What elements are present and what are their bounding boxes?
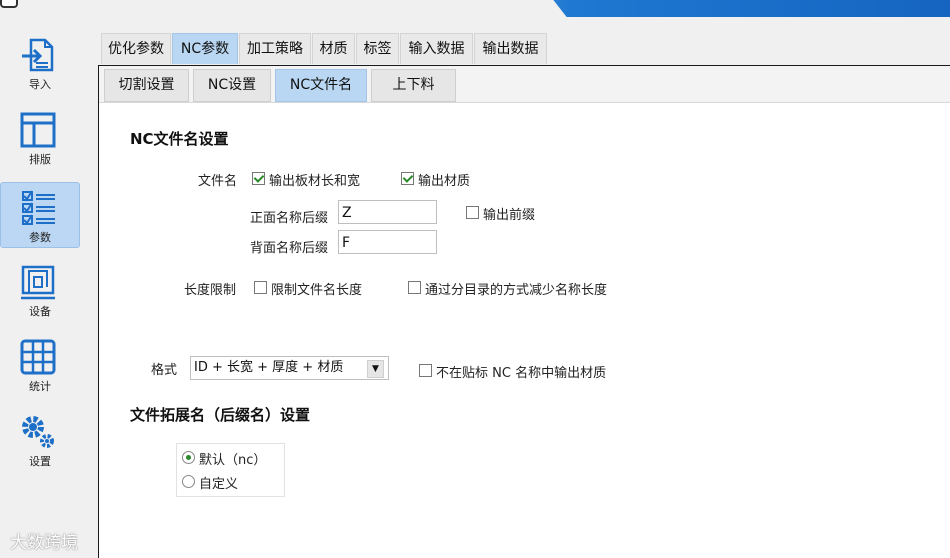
subtab-loading-unloading[interactable]: 上下料 [371,69,456,102]
length-limit-label: 长度限制 [184,283,237,298]
sub-tab-bar: 切割设置 NC设置 NC文件名 上下料 [99,66,950,103]
output-board-size-label: 输出板材长和宽 [269,174,361,189]
output-prefix-label: 输出前缀 [483,208,536,223]
sidebar: 导入 排版 参数 设备 统计 设置 [0,30,82,557]
subdir-reduce-length-label: 通过分目录的方式减少名称长度 [425,283,608,298]
app-icon [0,0,18,8]
sidebar-item-label: 导入 [29,78,51,91]
back-suffix-label: 背面名称后缀 [250,241,329,256]
subtab-cutting-settings[interactable]: 切割设置 [104,69,189,102]
front-suffix-label: 正面名称后缀 [250,211,329,226]
sidebar-item-import[interactable]: 导入 [0,30,80,94]
output-material-checkbox[interactable] [401,172,414,185]
tab-output-data[interactable]: 输出数据 [474,33,547,64]
tab-nc-params[interactable]: NC参数 [172,33,238,64]
sidebar-item-label: 统计 [29,380,51,393]
front-suffix-input[interactable]: Z [338,200,437,224]
machine-icon [21,265,55,300]
tab-optimize-params[interactable]: 优化参数 [101,33,171,64]
tab-input-data[interactable]: 输入数据 [400,33,473,64]
radio-default-extension-label: 默认（nc） [199,453,267,468]
sidebar-item-label: 排版 [29,153,51,166]
output-board-size-checkbox[interactable] [252,172,265,185]
no-material-in-label-label: 不在贴标 NC 名称中输出材质 [436,366,607,381]
limit-filename-length-label: 限制文件名长度 [271,283,363,298]
radio-custom-extension[interactable] [182,475,195,488]
parameters-icon [22,190,55,225]
filename-label: 文件名 [198,174,238,189]
no-material-in-label-checkbox[interactable] [419,364,432,377]
sidebar-item-machine[interactable]: 设备 [0,257,80,321]
subtab-nc-filename[interactable]: NC文件名 [275,69,367,102]
back-suffix-input[interactable]: F [338,230,437,254]
settings-gear-icon [22,416,54,448]
sidebar-item-statistics[interactable]: 统计 [0,332,80,396]
output-material-label: 输出材质 [418,174,471,189]
limit-filename-length-checkbox[interactable] [254,281,267,294]
tab-label[interactable]: 标签 [356,33,399,64]
radio-default-extension[interactable] [182,451,195,464]
subtab-nc-settings[interactable]: NC设置 [193,69,271,102]
import-icon [22,38,54,72]
window-title-bar [0,0,950,17]
extension-radio-group: 默认（nc） 自定义 [176,443,285,497]
sidebar-item-settings[interactable]: 设置 [0,407,80,471]
sidebar-item-layout[interactable]: 排版 [0,105,80,169]
section-title-nc-filename: NC文件名设置 [130,130,229,148]
section-title-extension: 文件拓展名（后缀名）设置 [130,406,311,424]
nc-params-panel: 切割设置 NC设置 NC文件名 上下料 NC文件名设置 文件名 输出板材长和宽 … [98,65,950,558]
title-bar-left [0,0,545,17]
watermark-text: 大数跨境 [10,533,78,553]
sidebar-item-parameters[interactable]: 参数 [0,182,80,248]
subdir-reduce-length-checkbox[interactable] [408,281,421,294]
radio-custom-extension-label: 自定义 [199,477,239,492]
output-prefix-checkbox[interactable] [466,206,479,219]
chevron-down-icon[interactable]: ▼ [367,360,384,378]
layout-icon [20,112,56,148]
sidebar-item-label: 设备 [29,305,51,318]
format-select-value: ID + 长宽 + 厚度 + 材质 [194,360,344,375]
tab-material[interactable]: 材质 [312,33,355,64]
statistics-icon [20,339,56,375]
format-label: 格式 [151,363,178,378]
sidebar-item-label: 参数 [29,231,51,244]
tab-processing-strategy[interactable]: 加工策略 [239,33,311,64]
watermark: 大数跨境 [10,528,78,553]
main-content: 优化参数 NC参数 加工策略 材质 标签 输入数据 输出数据 切割设置 NC设置… [97,33,950,558]
format-select[interactable]: ID + 长宽 + 厚度 + 材质 ▼ [190,356,389,380]
sidebar-item-label: 设置 [29,455,51,468]
